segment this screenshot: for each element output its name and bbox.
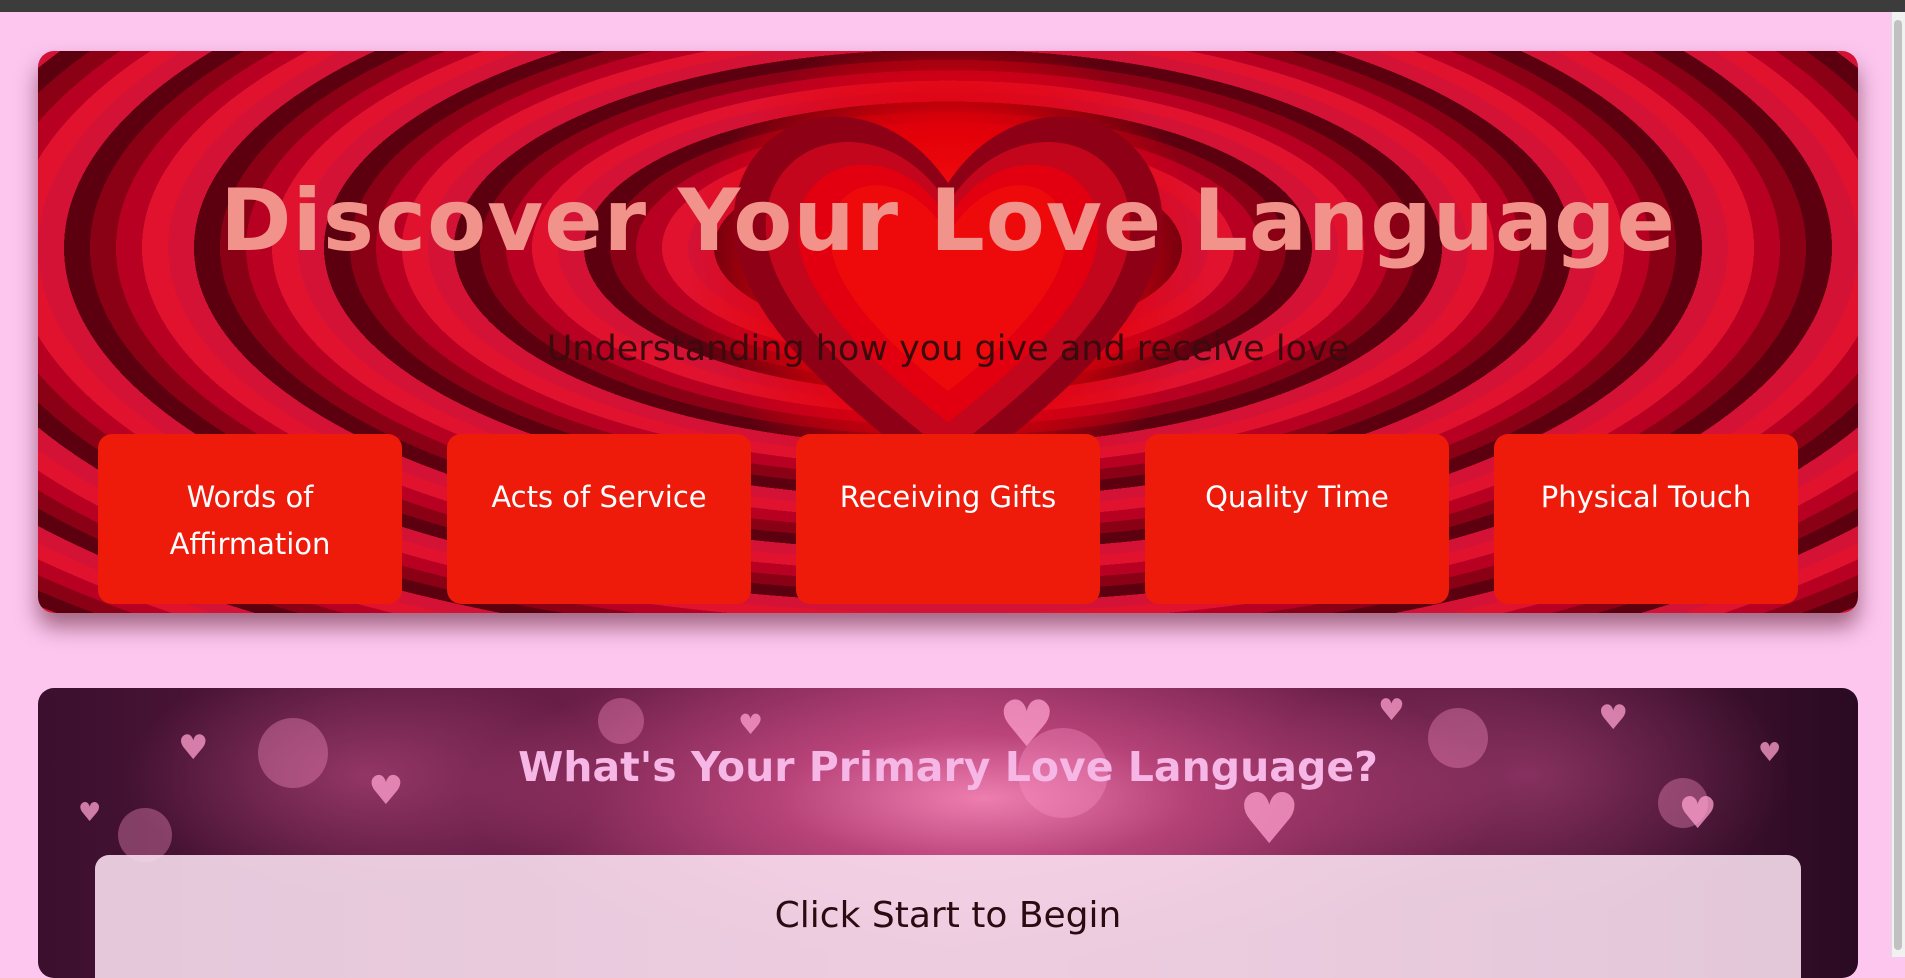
heart-icon: ♥	[1598, 698, 1629, 738]
heart-icon: ♥	[1378, 693, 1405, 728]
quiz-prompt: Click Start to Begin	[774, 895, 1122, 936]
heart-icon: ♥	[1678, 788, 1718, 839]
bokeh-decoration	[118, 808, 172, 862]
page-scrollbar[interactable]	[1891, 12, 1905, 957]
card-label: Receiving Gifts	[839, 480, 1057, 514]
heart-icon: ♥	[78, 798, 102, 828]
quiz-panel: Click Start to Begin	[95, 855, 1801, 978]
card-quality-time[interactable]: Quality Time	[1145, 434, 1449, 604]
card-physical-touch[interactable]: Physical Touch	[1494, 434, 1798, 604]
quiz-section: ♥ ♥ ♥ ♥ ♥ ♥ ♥ ♥ ♥ ♥ What's Your Primary …	[38, 688, 1858, 978]
bokeh-decoration	[598, 698, 644, 744]
card-receiving-gifts[interactable]: Receiving Gifts	[796, 434, 1100, 604]
card-acts-of-service[interactable]: Acts of Service	[447, 434, 751, 604]
card-label: Words of Affirmation	[169, 480, 331, 561]
card-label: Quality Time	[1205, 480, 1389, 514]
hero-section: Discover Your Love Language Understandin…	[38, 51, 1858, 613]
page-title: Discover Your Love Language	[220, 171, 1676, 271]
quiz-title: What's Your Primary Love Language?	[518, 743, 1378, 791]
heart-icon: ♥	[738, 708, 764, 741]
love-language-cards: Words of Affirmation Acts of Service Rec…	[98, 434, 1798, 604]
card-label: Physical Touch	[1540, 480, 1752, 514]
scrollbar-thumb[interactable]	[1894, 20, 1902, 950]
browser-top-bar	[0, 0, 1905, 12]
card-label: Acts of Service	[491, 480, 707, 514]
page-subtitle: Understanding how you give and receive l…	[546, 329, 1350, 369]
card-words-of-affirmation[interactable]: Words of Affirmation	[98, 434, 402, 604]
